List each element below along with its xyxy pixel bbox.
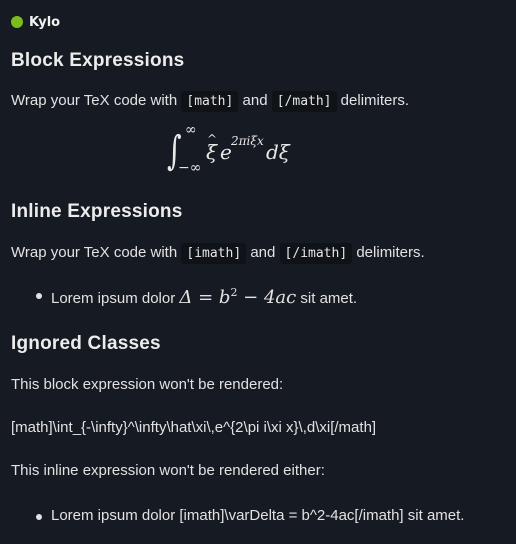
text: Wrap your TeX code with (11, 244, 182, 261)
xi-symbol: ξ (206, 140, 218, 164)
code-math-open: [math] (181, 91, 239, 112)
ignored-block-intro: This block expression won't be rendered: (11, 376, 284, 393)
inline-math: Δ = b2 − 4ac (179, 286, 297, 308)
ignored-block-raw: [math]\int_{-\infty}^\infty\hat\xi\,e^{2… (11, 419, 377, 436)
ignored-example-list: Lorem ipsum dolor [imath]\varDelta = b^2… (0, 507, 464, 524)
list-item: Lorem ipsum dolor [imath]\varDelta = b^2… (0, 507, 464, 524)
text: delimiters. (336, 92, 410, 109)
inline-expressions-heading: Inline Expressions (11, 201, 183, 222)
lower-limit: −∞ (178, 160, 202, 176)
text: sit amet. (296, 290, 358, 307)
code-imath-close: [/imath] (279, 243, 353, 264)
text: and (238, 92, 272, 109)
status-dot-icon (11, 16, 23, 28)
differential: dξ (266, 140, 290, 164)
math-part: Δ = b (179, 287, 231, 308)
brand-name: Kylo (29, 14, 61, 30)
text: delimiters. (352, 244, 425, 261)
bullet-icon (36, 514, 42, 520)
list-item: Lorem ipsum dolor Δ = b2 − 4ac sit amet. (0, 286, 357, 308)
bullet-icon (36, 293, 42, 299)
inline-description: Wrap your TeX code with [imath] and [/im… (11, 243, 425, 264)
block-expressions-heading: Block Expressions (11, 50, 185, 71)
text: and (246, 244, 280, 261)
inline-example-list: Lorem ipsum dolor Δ = b2 − 4ac sit amet. (0, 286, 357, 308)
code-math-close: [/math] (271, 91, 337, 112)
code-imath-open: [imath] (181, 243, 247, 264)
math-part: − 4ac (237, 287, 297, 308)
text: Lorem ipsum dolor (51, 290, 180, 307)
upper-limit: ∞ (185, 122, 197, 138)
brand: Kylo (11, 12, 60, 32)
text: Wrap your TeX code with (11, 92, 182, 109)
block-math-formula: ∫ ∞ −∞ ^ ξ e 2πiξx dξ (165, 122, 305, 182)
block-description: Wrap your TeX code with [math] and [/mat… (11, 91, 410, 112)
exponent: 2πiξx (231, 134, 264, 148)
ignored-classes-heading: Ignored Classes (11, 333, 161, 354)
text: Lorem ipsum dolor [imath]\varDelta = b^2… (51, 507, 465, 524)
ignored-inline-intro: This inline expression won't be rendered… (11, 462, 325, 479)
